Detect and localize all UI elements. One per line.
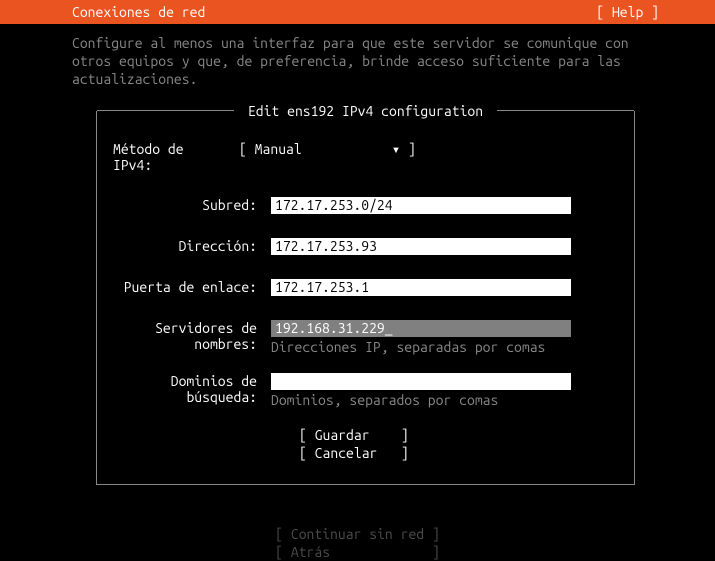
- gateway-row: Puerta de enlace: 172.17.253.1: [111, 279, 620, 296]
- searchdomains-label: Dominios de búsqueda:: [111, 373, 271, 405]
- subnet-row: Subred: 172.17.253.0/24: [111, 197, 620, 214]
- gateway-input[interactable]: 172.17.253.1: [271, 279, 571, 296]
- help-button[interactable]: [ Help ]: [596, 4, 659, 20]
- method-value: [ Manual: [239, 141, 302, 157]
- nameservers-hint: Direcciones IP, separadas por comas: [271, 337, 620, 355]
- method-label: Método de IPv4:: [111, 141, 239, 173]
- gateway-label: Puerta de enlace:: [111, 279, 271, 295]
- nameservers-row: Servidores de nombres: 192.168.31.229_ D…: [111, 320, 620, 355]
- address-label: Dirección:: [111, 238, 271, 254]
- nameservers-input[interactable]: 192.168.31.229_: [271, 320, 571, 337]
- subnet-input[interactable]: 172.17.253.0/24: [271, 197, 571, 214]
- dialog-title-row: Edit ens192 IPv4 configuration: [97, 103, 634, 119]
- method-row: Método de IPv4: [ Manual ▾ ]: [111, 141, 620, 173]
- address-row: Dirección: 172.17.253.93: [111, 238, 620, 255]
- searchdomains-row: Dominios de búsqueda: Dominios, separado…: [111, 373, 620, 408]
- footer-actions: [ Continuar sin red ] [ Atrás ]: [0, 485, 715, 561]
- header-bar: Conexiones de red [ Help ]: [0, 0, 715, 24]
- subnet-label: Subred:: [111, 197, 271, 213]
- dialog-title: Edit ens192 IPv4 configuration: [234, 103, 497, 119]
- searchdomains-hint: Dominios, separados por comas: [271, 390, 620, 408]
- method-select[interactable]: [ Manual ▾ ]: [239, 141, 416, 157]
- chevron-down-icon: ▾ ]: [392, 141, 416, 157]
- searchdomains-input[interactable]: [271, 373, 571, 390]
- page-description: Configure al menos una interfaz para que…: [0, 24, 715, 93]
- ipv4-config-dialog: Edit ens192 IPv4 configuration Método de…: [96, 111, 635, 485]
- back-button[interactable]: [ Atrás ]: [0, 543, 715, 561]
- page-title: Conexiones de red: [72, 4, 205, 20]
- continue-without-network-button[interactable]: [ Continuar sin red ]: [0, 525, 715, 543]
- cancel-button[interactable]: [ Cancelar ]: [299, 444, 620, 462]
- save-button[interactable]: [ Guardar ]: [299, 426, 620, 444]
- address-input[interactable]: 172.17.253.93: [271, 238, 571, 255]
- nameservers-label: Servidores de nombres:: [111, 320, 271, 352]
